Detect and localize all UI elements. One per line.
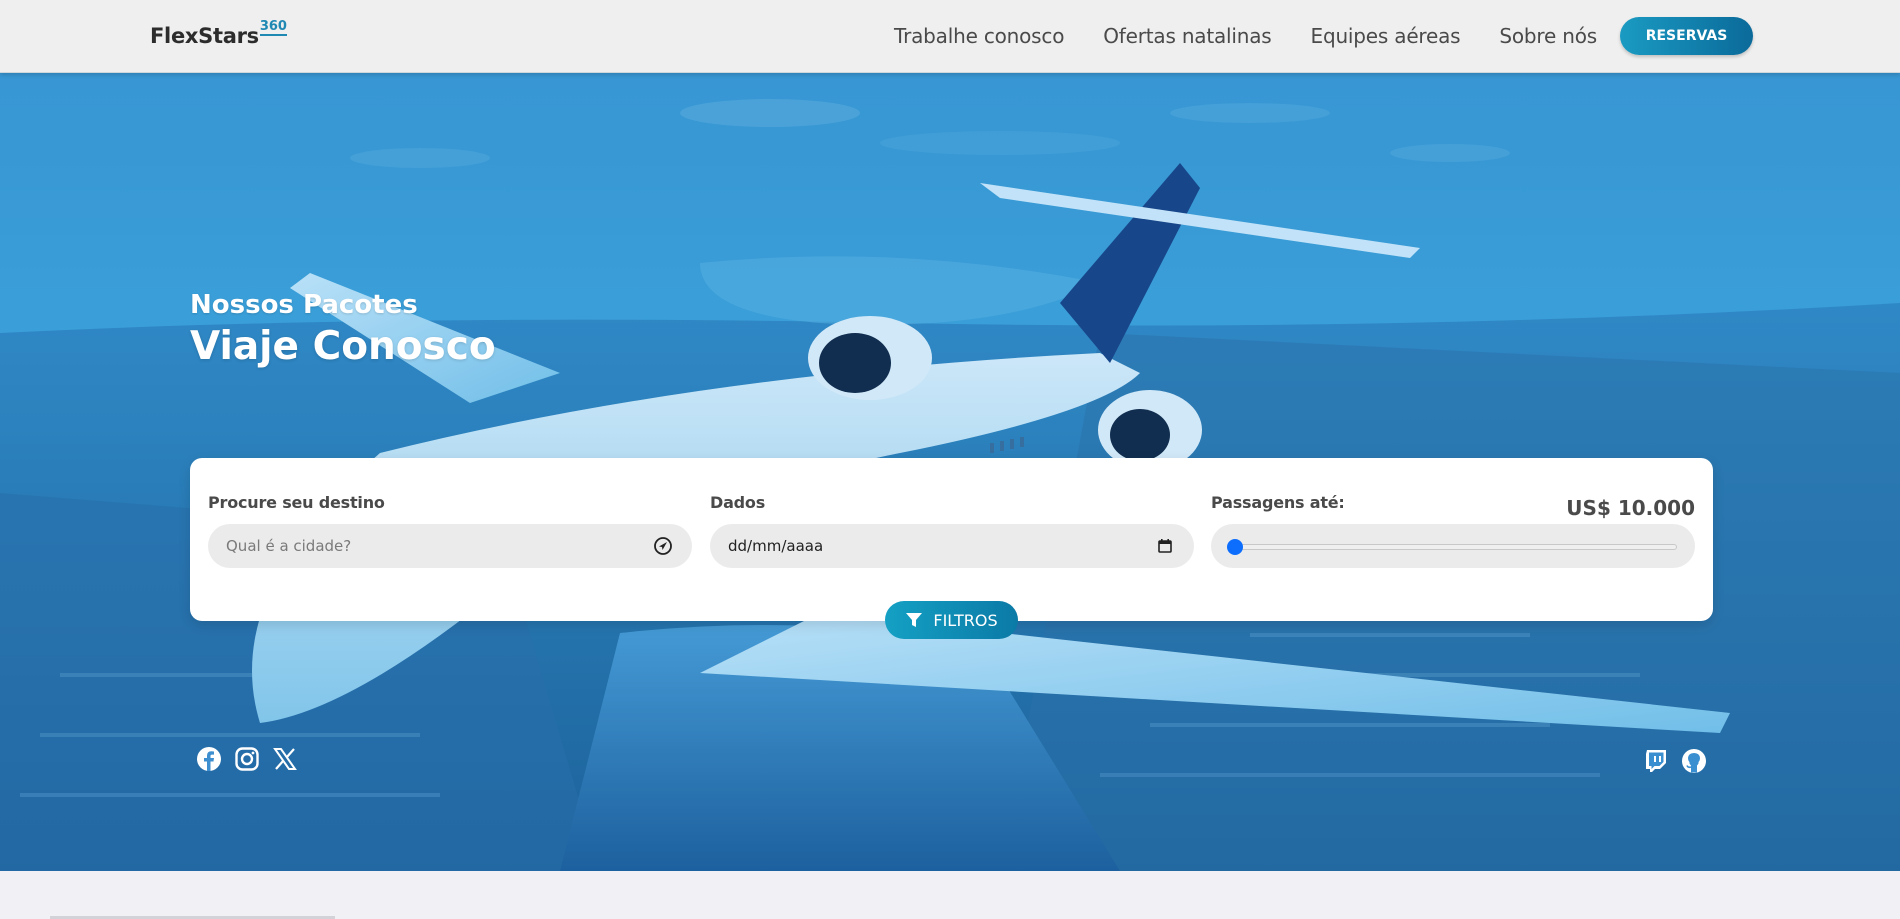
date-input[interactable]: dd/mm/aaaa — [728, 537, 1154, 555]
nav-link-sobre-nos[interactable]: Sobre nós — [1499, 24, 1597, 48]
price-slider-thumb[interactable] — [1227, 539, 1243, 555]
top-navbar: FlexStars 360 Trabalhe conosco Ofertas n… — [0, 0, 1900, 73]
social-links-right — [1643, 748, 1707, 774]
price-slider-track[interactable] — [1235, 544, 1677, 550]
main-nav: Trabalhe conosco Ofertas natalinas Equip… — [894, 18, 1597, 54]
facebook-icon[interactable] — [196, 746, 222, 772]
navigation-arrow-icon[interactable] — [652, 535, 674, 557]
instagram-icon[interactable] — [234, 746, 260, 772]
hero-title: Viaje Conosco — [190, 324, 496, 369]
brand-superscript: 360 — [259, 19, 287, 36]
hero-section: Nossos Pacotes Viaje Conosco Procure seu… — [0, 73, 1900, 871]
brand-logo[interactable]: FlexStars 360 — [150, 20, 287, 48]
nav-link-equipes-aereas[interactable]: Equipes aéreas — [1311, 24, 1461, 48]
filtros-label: FILTROS — [933, 610, 998, 630]
brand-name: FlexStars — [150, 24, 259, 48]
destination-input[interactable] — [226, 537, 652, 555]
price-value: US$ 10.000 — [1566, 496, 1695, 520]
twitch-icon[interactable] — [1643, 748, 1669, 774]
filter-icon — [906, 613, 923, 627]
below-hero-section — [0, 871, 1900, 919]
date-input-wrapper[interactable]: dd/mm/aaaa — [710, 524, 1194, 568]
calendar-icon[interactable] — [1154, 535, 1176, 557]
nav-link-ofertas-natalinas[interactable]: Ofertas natalinas — [1103, 24, 1271, 48]
nav-link-trabalhe-conosco[interactable]: Trabalhe conosco — [894, 24, 1064, 48]
filtros-button[interactable]: FILTROS — [885, 601, 1018, 639]
destination-input-wrapper — [208, 524, 692, 568]
reservas-button[interactable]: RESERVAS — [1620, 17, 1753, 55]
destination-label: Procure seu destino — [208, 493, 385, 512]
price-slider-wrapper — [1211, 524, 1695, 568]
search-card: Procure seu destino Dados Passagens até:… — [190, 458, 1713, 621]
github-icon[interactable] — [1681, 748, 1707, 774]
hero-subtitle: Nossos Pacotes — [190, 290, 418, 320]
x-icon[interactable] — [272, 746, 298, 772]
social-links-left — [196, 746, 298, 772]
date-label: Dados — [710, 493, 766, 512]
